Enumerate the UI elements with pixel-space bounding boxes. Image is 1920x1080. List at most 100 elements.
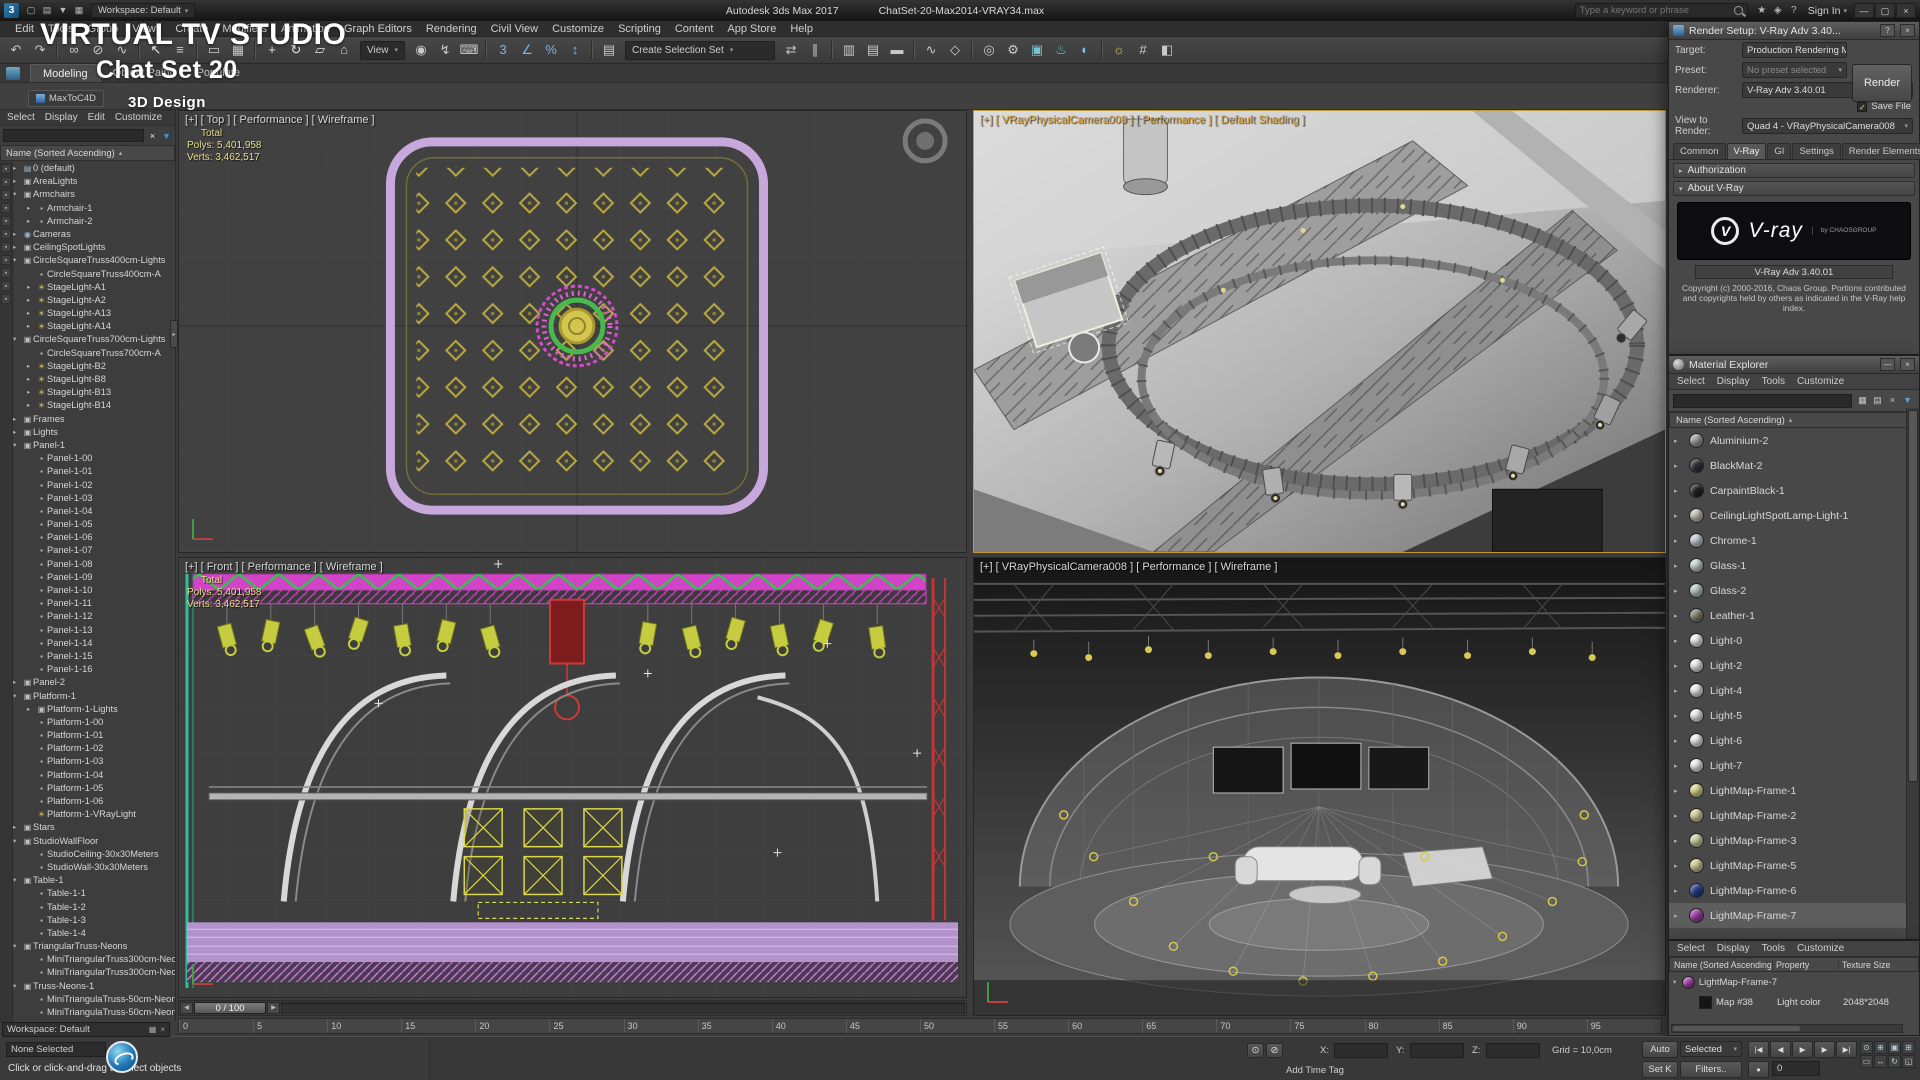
scene-object-row[interactable]: Stars [13,821,175,834]
key-mode-toggle-icon[interactable]: ● [1748,1061,1769,1078]
scene-explorer-menu-item[interactable]: Display [40,112,83,123]
select-by-name-icon[interactable]: ≡ [168,39,192,61]
rectangular-selection-region-icon[interactable]: ▭ [202,39,226,61]
scene-object-row[interactable]: CeilingSpotLights [13,241,175,254]
align-icon[interactable]: ∥ [803,39,827,61]
expand-arrow-icon[interactable] [13,228,22,241]
favorites-icon[interactable]: ★ [1754,5,1770,16]
scene-object-row[interactable]: CircleSquareTruss700cm-A [13,347,175,360]
expand-arrow-icon[interactable] [13,175,22,188]
undo-icon[interactable]: ↶ [4,39,28,61]
sign-in-button[interactable]: Sign In [1808,5,1847,17]
render-setup-tab[interactable]: Render Elements [1841,143,1920,159]
expand-arrow-icon[interactable] [13,690,22,703]
maxtoc4d-tab[interactable]: MaxToC4D [28,90,104,107]
render-production-icon[interactable]: ♨ [1049,39,1073,61]
expand-arrow-icon[interactable] [13,835,22,848]
edit-named-selection-sets-icon[interactable]: ▤ [597,39,621,61]
scene-object-row[interactable]: Panel-1-10 [13,584,175,597]
expand-arrow-icon[interactable] [13,439,22,452]
scene-explorer-menu-item[interactable]: Select [2,112,40,123]
scene-object-row[interactable]: Panel-1-15 [13,650,175,663]
menu-item[interactable]: App Store [720,23,783,35]
menu-item[interactable]: Edit [8,23,41,35]
render-iterative-icon[interactable]: ◐ [1073,39,1097,61]
expand-arrow-icon[interactable] [27,399,36,412]
expand-arrow-icon[interactable] [1674,512,1683,520]
render-setup-tab[interactable]: Common [1673,143,1726,159]
ribbon-tab[interactable]: Modeling [30,64,101,82]
expand-arrow-icon[interactable] [1674,912,1683,920]
material-explorer-menu-item[interactable]: Display [1711,376,1756,387]
viewport-label[interactable]: [+] [ Front ] [ Performance ] [ Wirefram… [185,561,383,573]
help-search-box[interactable] [1574,3,1748,18]
expand-arrow-icon[interactable] [1674,712,1683,720]
selection-lock-toggle-icon[interactable]: ⊘ [1266,1043,1283,1058]
window-crossing-icon[interactable]: ▦ [226,39,250,61]
go-to-start-icon[interactable]: |◀ [1748,1041,1769,1058]
material-row[interactable]: Light-0 [1669,628,1919,653]
filter-shapes-icon[interactable]: ▪ [1,216,11,226]
key-filters-button[interactable]: Filters.. [1680,1061,1742,1078]
menu-item[interactable]: Scripting [611,23,668,35]
toggle-scene-explorer-icon[interactable]: ▥ [837,39,861,61]
scene-object-row[interactable]: Panel-1-09 [13,571,175,584]
redo-icon[interactable]: ↷ [28,39,52,61]
select-and-place-icon[interactable]: ⌂ [332,39,356,61]
bind-to-space-warp-icon[interactable]: ∿ [110,39,134,61]
reference-coordinate-system-dropdown[interactable]: View [360,40,406,60]
render-setup-tab[interactable]: Settings [1792,143,1841,159]
scene-object-row[interactable]: Platform-1-06 [13,795,175,808]
help-icon[interactable]: ? [1880,24,1895,37]
filter-lights-icon[interactable]: ▪ [1,229,11,239]
material-row[interactable]: Light-5 [1669,703,1919,728]
next-frame-button[interactable]: ▶ [267,1002,280,1014]
scene-object-row[interactable]: Panel-1-07 [13,544,175,557]
scene-object-row[interactable]: Cameras [13,228,175,241]
menu-item[interactable]: Animation [274,23,337,35]
property-panel-menu-item[interactable]: Tools [1756,943,1791,954]
expand-arrow-icon[interactable] [27,281,36,294]
se-sort-icon[interactable]: ▪ [1,177,11,187]
state-sets-icon[interactable]: ◧ [1155,39,1179,61]
expand-arrow-icon[interactable] [1674,687,1683,695]
expand-arrow-icon[interactable] [1674,862,1683,870]
scene-object-row[interactable]: StageLight-A1 [13,281,175,294]
material-row[interactable]: BlackMat-2 [1669,453,1919,478]
expand-arrow-icon[interactable] [13,254,22,267]
scene-object-row[interactable]: Armchair-2 [13,215,175,228]
material-row[interactable]: Light-4 [1669,678,1919,703]
material-explorer-menu-item[interactable]: Select [1671,376,1711,387]
zoom-all-icon[interactable]: ⊕ [1874,1041,1887,1054]
close-icon[interactable]: × [1900,24,1915,37]
scene-object-row[interactable]: Panel-1-05 [13,518,175,531]
curve-editor-icon[interactable]: ∿ [919,39,943,61]
scene-object-row[interactable]: MiniTriangularTruss300cm-Neon [13,966,175,979]
toggle-ribbon-icon[interactable]: ▬ [885,39,909,61]
workspace-dropdown[interactable]: Workspace: Default [91,3,196,18]
next-frame-icon[interactable]: ▶ [1814,1041,1835,1058]
menu-item[interactable]: Views [125,23,168,35]
expand-arrow-icon[interactable] [27,215,36,228]
application-menu-button[interactable]: 3 [4,3,19,18]
material-row[interactable]: Light-6 [1669,728,1919,753]
scene-object-row[interactable]: StageLight-A13 [13,307,175,320]
material-row[interactable]: Glass-2 [1669,578,1919,603]
ribbon-tab[interactable]: Object Paint [101,64,185,82]
maxtoc4d-logo[interactable] [106,1041,138,1073]
scene-object-row[interactable]: Platform-1-Lights [13,703,175,716]
use-pivot-point-center-icon[interactable]: ◉ [409,39,433,61]
create-selection-set-dropdown[interactable]: Create Selection Set [625,40,776,60]
property-panel-menu-item[interactable]: Display [1711,943,1756,954]
scrollbar-thumb[interactable] [1908,410,1918,782]
material-search-input[interactable] [1673,393,1852,408]
menu-item[interactable]: Help [783,23,820,35]
percent-snap-toggle-icon[interactable]: % [539,39,563,61]
expand-arrow-icon[interactable] [1674,612,1683,620]
expand-arrow-icon[interactable] [27,294,36,307]
expand-arrow-icon[interactable] [27,386,36,399]
viewport-front[interactable]: [+] [ Front ] [ Performance ] [ Wirefram… [178,557,967,998]
expand-arrow-icon[interactable] [1674,537,1683,545]
viewport-layout-tabs-handle[interactable] [170,320,178,348]
save-file-checkbox[interactable]: ✓ Save File [1857,101,1911,112]
